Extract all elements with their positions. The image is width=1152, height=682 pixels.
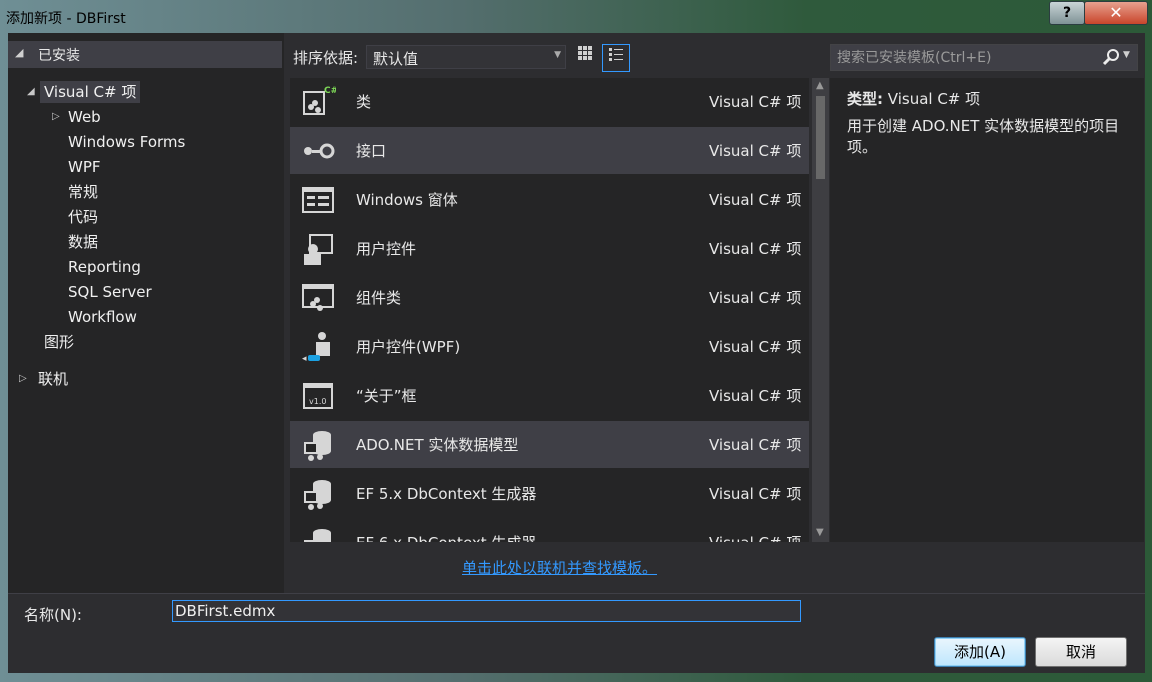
- user-control-icon: [304, 234, 333, 265]
- details-description: 用于创建 ADO.NET 实体数据模型的项目项。: [847, 117, 1120, 156]
- expand-arrow-icon[interactable]: ▷: [19, 373, 27, 384]
- wpf-user-control-icon: ◂: [302, 332, 330, 364]
- template-row[interactable]: 组件类 Visual C# 项: [290, 274, 809, 321]
- sort-dropdown[interactable]: 默认值 ▼: [366, 45, 566, 69]
- template-type: Visual C# 项: [709, 191, 802, 209]
- template-row[interactable]: ◂ 用户控件(WPF) Visual C# 项: [290, 323, 809, 370]
- tree-item[interactable]: SQL Server: [68, 281, 152, 303]
- template-row[interactable]: EF 5.x DbContext 生成器 Visual C# 项: [290, 470, 809, 517]
- details-type: 类型: Visual C# 项: [847, 88, 980, 109]
- template-type: Visual C# 项: [709, 387, 802, 405]
- template-type: Visual C# 项: [709, 436, 802, 454]
- template-row[interactable]: Windows 窗体 Visual C# 项: [290, 176, 809, 223]
- entity-generator-icon: [304, 529, 331, 542]
- class-icon: C#: [303, 86, 336, 115]
- template-list: C#类Visual C# 项接口Visual C# 项Windows 窗体Vis…: [290, 78, 809, 542]
- search-icon[interactable]: [1102, 48, 1120, 66]
- sort-value: 默认值: [373, 50, 419, 68]
- template-type: Visual C# 项: [709, 338, 802, 356]
- tree-item[interactable]: Windows Forms: [68, 131, 185, 153]
- search-input[interactable]: [835, 48, 1101, 68]
- svg-text:C#: C#: [324, 86, 336, 96]
- list-view-button[interactable]: [602, 44, 630, 72]
- template-search: ▼: [830, 44, 1138, 71]
- tree-item[interactable]: 代码: [68, 206, 98, 228]
- template-row[interactable]: ADO.NET 实体数据模型 Visual C# 项: [290, 421, 809, 468]
- template-name: EF 6.x DbContext 生成器: [356, 532, 536, 542]
- tree-item[interactable]: 数据: [68, 231, 98, 253]
- template-name: 类: [356, 93, 372, 111]
- svg-text:◂: ◂: [302, 354, 307, 364]
- category-panel: ◢ 已安装 ◢ Visual C# 项 ▷ Web Windows Forms WPF 常规…: [8, 33, 284, 593]
- template-name: 用户控件(WPF): [356, 338, 461, 356]
- template-name: 用户控件: [356, 240, 417, 258]
- dropdown-arrow-icon: ▼: [554, 50, 561, 60]
- list-view-icon: [609, 48, 623, 61]
- entity-generator-icon: [304, 480, 331, 510]
- template-row[interactable]: 接口 Visual C# 项: [290, 127, 809, 174]
- tree-item[interactable]: 常规: [68, 181, 98, 203]
- template-name: EF 5.x DbContext 生成器: [356, 485, 537, 503]
- small-icons-view-button[interactable]: [572, 44, 598, 70]
- scroll-thumb[interactable]: [816, 96, 825, 179]
- entity-model-icon: [304, 431, 331, 461]
- window-title: 添加新项 - DBFirst: [6, 11, 126, 27]
- grid-view-icon: [578, 46, 592, 60]
- tree-item[interactable]: WPF: [68, 156, 101, 178]
- title-bar: 添加新项 - DBFirst ? ✕: [0, 0, 1152, 34]
- template-type: Visual C# 项: [709, 142, 802, 160]
- template-name: 接口: [356, 142, 387, 160]
- tree-item[interactable]: Workflow: [68, 306, 137, 328]
- cancel-button[interactable]: 取消: [1035, 637, 1127, 667]
- close-button[interactable]: ✕: [1084, 1, 1148, 25]
- expanded-arrow-icon[interactable]: ◢: [27, 86, 35, 97]
- template-name: ADO.NET 实体数据模型: [356, 436, 519, 454]
- help-button[interactable]: ?: [1049, 1, 1085, 25]
- sort-label: 排序依据:: [293, 49, 359, 67]
- template-type: Visual C# 项: [709, 240, 802, 258]
- windows-form-icon: [302, 187, 334, 213]
- svg-text:v1.0: v1.0: [309, 397, 326, 406]
- details-type-value: Visual C# 项: [887, 90, 981, 108]
- template-name: 组件类: [356, 289, 402, 307]
- template-name: Windows 窗体: [356, 191, 458, 209]
- scroll-down-arrow-icon[interactable]: ▼: [816, 527, 824, 538]
- tree-item[interactable]: Web: [68, 106, 101, 128]
- component-class-icon: [302, 284, 334, 311]
- installed-header[interactable]: ◢ 已安装: [8, 41, 282, 68]
- expand-arrow-icon[interactable]: ▷: [52, 111, 60, 122]
- details-panel: 类型: Visual C# 项 用于创建 ADO.NET 实体数据模型的项目项。: [830, 78, 1144, 542]
- interface-icon: [304, 143, 335, 159]
- name-label: 名称(N):: [24, 606, 82, 624]
- template-type: Visual C# 项: [709, 532, 801, 542]
- dialog-body: ◢ 已安装 ◢ Visual C# 项 ▷ Web Windows Forms WPF 常规…: [8, 33, 1145, 673]
- template-type: Visual C# 项: [709, 289, 802, 307]
- template-row[interactable]: EF 6.x DbContext 生成器 Visual C# 项: [290, 519, 809, 542]
- template-name: “关于”框: [356, 387, 417, 405]
- template-row[interactable]: v1.0 “关于”框 Visual C# 项: [290, 372, 809, 419]
- template-row[interactable]: C# 类 Visual C# 项: [290, 78, 809, 125]
- online-templates-link[interactable]: 单击此处以联机并查找模板。: [462, 557, 657, 578]
- template-row[interactable]: 用户控件 Visual C# 项: [290, 225, 809, 272]
- search-options-arrow-icon[interactable]: ▼: [1123, 50, 1130, 60]
- installed-label: 已安装: [38, 48, 80, 64]
- add-new-item-dialog: 添加新项 - DBFirst ? ✕ ◢ 已安装 ◢ Visual C# 项 ▷ We…: [0, 0, 1152, 682]
- collapse-arrow-icon: ◢: [15, 46, 24, 59]
- add-button[interactable]: 添加(A): [934, 637, 1026, 667]
- tree-item-online[interactable]: 联机: [38, 368, 68, 390]
- tree-item[interactable]: Visual C# 项: [40, 81, 141, 103]
- name-field[interactable]: [172, 600, 801, 622]
- template-type: Visual C# 项: [709, 93, 802, 111]
- template-type: Visual C# 项: [709, 485, 802, 503]
- tree-item[interactable]: Reporting: [68, 256, 141, 278]
- about-box-icon: v1.0: [303, 383, 333, 409]
- scroll-up-arrow-icon[interactable]: ▲: [816, 80, 824, 91]
- divider: [8, 593, 1145, 594]
- details-type-label: 类型:: [847, 90, 883, 108]
- template-list-scrollbar[interactable]: ▲ ▼: [812, 78, 829, 542]
- tree-item[interactable]: 图形: [44, 331, 74, 353]
